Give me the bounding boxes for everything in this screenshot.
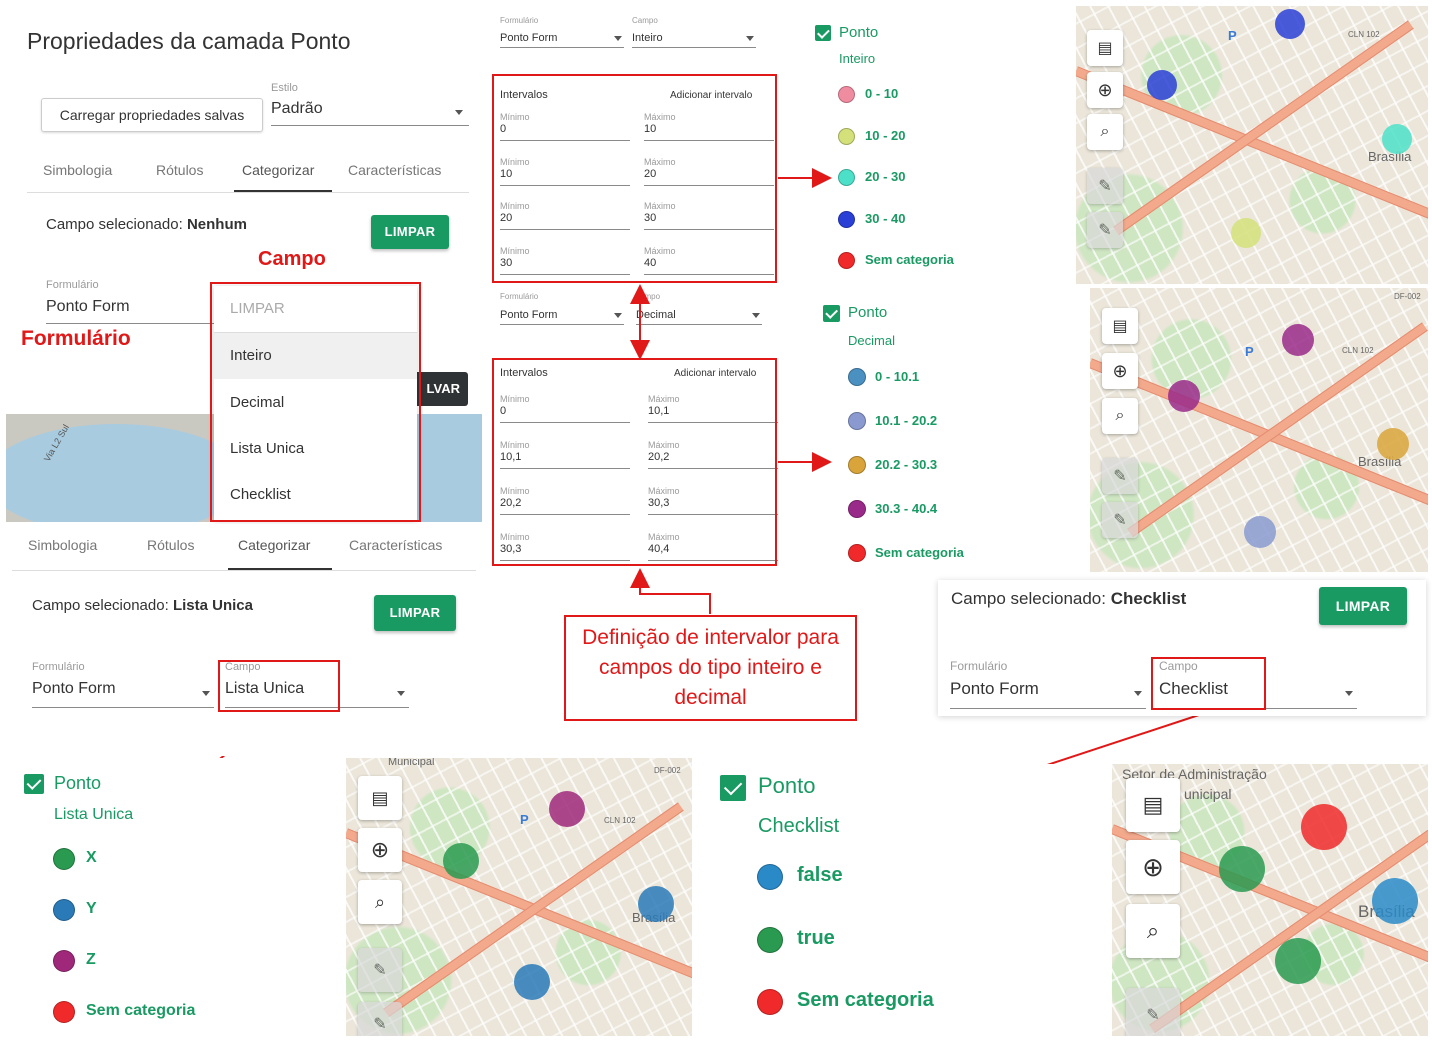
tab-caracteristicas[interactable]: Características [349,537,442,553]
legend-layer-name: Ponto [54,773,102,793]
form-value: Ponto Form [32,680,116,697]
clear-button[interactable]: LIMPAR [374,595,456,631]
selected-field-text: Campo selecionado: Checklist [951,589,1186,609]
tabs-divider [12,570,476,571]
locate-icon: ⊕ [370,837,390,862]
draw-button[interactable]: ✎ [1126,988,1180,1036]
legend-layer-name: Ponto [758,773,816,798]
chevron-down-icon [1134,691,1142,696]
legend-item-label: false [797,864,843,886]
selected-prefix: Campo selecionado: [32,597,169,614]
callout-text: Definição de intervalor para campos do t… [582,626,839,709]
form-value: Ponto Form [950,679,1039,698]
zoom-select-button[interactable]: ⌕ [1126,904,1180,958]
locate-icon: ⊕ [1142,851,1164,882]
list-config-panel: Simbologia Rótulos Categorizar Caracterí… [6,524,482,756]
legend-field-name: Lista Unica [54,806,134,823]
tab-rotulos[interactable]: Rótulos [147,537,194,553]
zoom-select-icon: ⌕ [1146,918,1160,943]
chevron-down-icon [202,691,210,696]
legend-list-panel: Ponto Lista Unica X Y Z Sem categoria Munic… [6,758,692,1036]
layer-checkbox[interactable] [24,774,44,794]
selected-value: Lista Unica [172,597,253,614]
legend-item-label: Sem categoria [86,1002,196,1019]
map-layers-button[interactable]: ▤ [358,776,402,820]
pencil-icon: ✎ [373,1016,387,1033]
tab-categorizar[interactable]: Categorizar [238,537,310,553]
form-label: Formulário [32,661,85,673]
legend-item-label: Sem categoria [797,989,934,1011]
map-marker [638,886,674,922]
map-marker [1219,846,1265,892]
zoom-select-icon: ⌕ [374,891,386,912]
selected-prefix: Campo selecionado: [951,589,1106,608]
map-view[interactable]: Setor de Administração unicipal Brasília… [1112,764,1428,1036]
locate-button[interactable]: ⊕ [1126,840,1180,894]
form-select[interactable]: Ponto Form [950,679,1146,709]
legend-item-label: X [86,849,97,866]
map-label-unicipal: unicipal [1184,786,1232,802]
legend-check-panel: Ponto Checklist false true Sem categoria S… [702,764,1428,1036]
layer-checkbox[interactable] [720,775,746,801]
selected-value: Checklist [1110,589,1187,608]
map-marker [514,964,550,1000]
map-marker [1275,938,1321,984]
chevron-down-icon [397,691,405,696]
pencil-icon: ✎ [1146,1007,1160,1024]
legend-item-label: Z [86,951,96,968]
map-marker [1372,878,1418,924]
legend-swatch [53,899,75,921]
locate-button[interactable]: ⊕ [358,828,402,872]
map-marker [443,843,479,879]
legend-swatch [757,864,783,890]
legend-swatch [53,1001,75,1023]
legend-item-label: Y [86,900,97,917]
draw-button[interactable]: ✎ [358,948,402,992]
list-field-highlight [218,660,340,712]
selected-field-text: Campo selecionado: Lista Unica [32,597,253,614]
map-layers-button[interactable]: ▤ [1126,778,1180,832]
legend-item-label: true [797,926,835,949]
legend-swatch [757,926,783,953]
map-marker [1301,804,1347,850]
map-marker [549,791,585,827]
map-label-df002: DF-002 [654,766,681,775]
map-label-p: P [520,812,529,827]
chevron-down-icon [1345,691,1353,696]
edit-button[interactable]: ✎ [358,1002,402,1036]
interval-callout: Definição de intervalor para campos do t… [564,615,857,721]
legend-swatch [53,950,75,972]
check-field-highlight [1151,657,1266,710]
map-icon: ▤ [1142,792,1164,817]
legend-field-name: Checklist [758,815,840,837]
map-label-municipal: Municipal [388,758,435,768]
tab-simbologia[interactable]: Simbologia [28,537,97,553]
form-select[interactable]: Ponto Form [32,680,214,708]
map-label-cln: CLN 102 [604,816,636,825]
form-label: Formulário [950,659,1008,673]
pencil-icon: ✎ [373,962,387,979]
map-view[interactable]: Municipal DF-002 CLN 102 P Brasília ▤ ⊕ … [346,758,692,1036]
legend-swatch [53,848,75,870]
legend-swatch [757,989,783,1015]
clear-button[interactable]: LIMPAR [1319,587,1407,625]
map-icon: ▤ [371,787,389,808]
zoom-select-button[interactable]: ⌕ [358,880,402,924]
